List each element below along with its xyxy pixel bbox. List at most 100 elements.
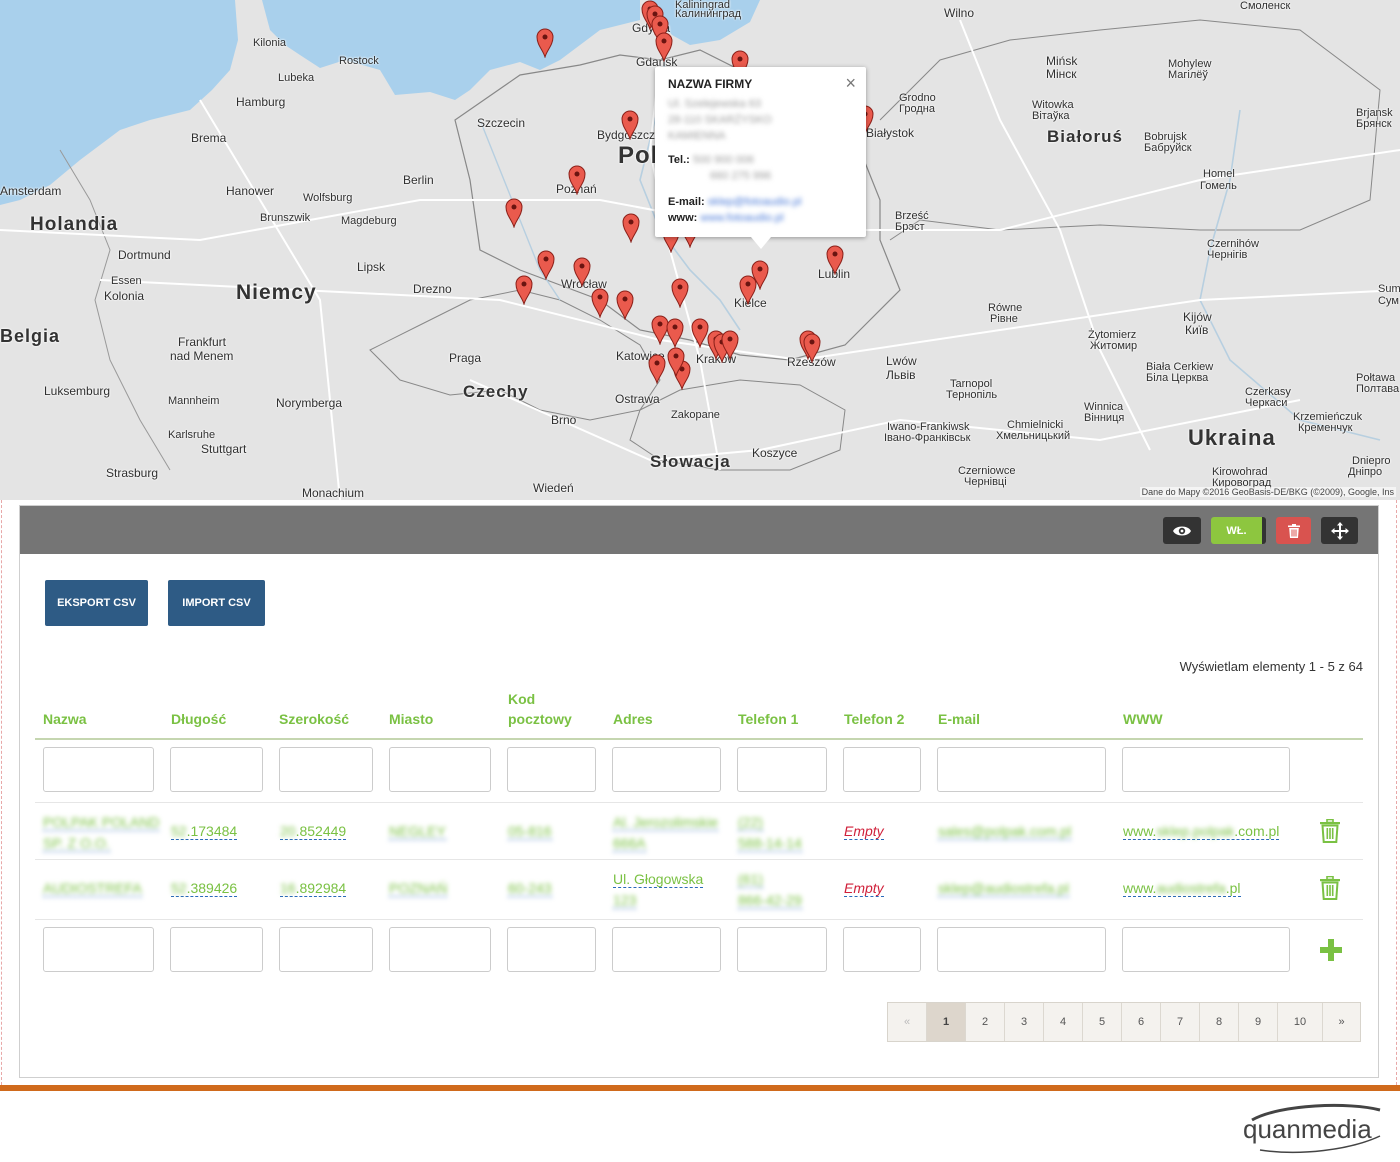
map-marker[interactable] <box>591 288 609 318</box>
cell-telefon2[interactable]: Empty <box>844 878 884 899</box>
map-marker[interactable] <box>648 354 666 384</box>
map-marker[interactable] <box>622 213 640 243</box>
pagination-next[interactable]: » <box>1323 1003 1360 1041</box>
delete-row-button[interactable] <box>1320 876 1340 900</box>
map-marker[interactable] <box>568 165 586 195</box>
map-marker[interactable] <box>667 347 685 377</box>
cell-miasto[interactable]: NEGLEY <box>389 821 446 842</box>
pagination-page[interactable]: 6 <box>1122 1003 1161 1041</box>
new-input-nazwa[interactable] <box>43 927 154 972</box>
new-input-telefon1[interactable] <box>737 927 827 972</box>
add-row-button[interactable] <box>1320 939 1342 961</box>
export-csv-button[interactable]: EKSPORT CSV <box>45 580 148 626</box>
cell-kod[interactable]: 60-243 <box>508 878 552 899</box>
new-input-kod[interactable] <box>507 927 596 972</box>
filter-input-email[interactable] <box>937 747 1106 792</box>
filter-input-kod[interactable] <box>507 747 596 792</box>
new-input-telefon2[interactable] <box>843 927 921 972</box>
border-west <box>59 149 171 471</box>
toggle-on-button[interactable]: WŁ. <box>1211 517 1266 544</box>
filter-input-miasto[interactable] <box>389 747 491 792</box>
new-input-miasto[interactable] <box>389 927 491 972</box>
cell-szerokosc[interactable]: 16.892984 <box>280 878 347 899</box>
cell-email[interactable]: sklep@audiostrefa.pl <box>938 878 1069 899</box>
map-label-city: Essen <box>111 275 142 287</box>
cell-email[interactable]: sales@polpak.com.pl <box>938 821 1072 842</box>
filter-input-www[interactable] <box>1122 747 1290 792</box>
filter-input-dlugosc[interactable] <box>170 747 263 792</box>
move-panel-button[interactable] <box>1321 517 1358 544</box>
cell-szerokosc[interactable]: 20.852449 <box>280 821 347 842</box>
map-marker[interactable] <box>751 260 769 290</box>
cell-value: 60-243 <box>508 880 552 897</box>
cell-telefon2[interactable]: Empty <box>844 821 884 842</box>
delete-panel-button[interactable] <box>1276 517 1311 544</box>
map-marker[interactable] <box>505 198 523 228</box>
cell-telefon1[interactable]: (22) 588-14-14 <box>738 812 802 854</box>
infowindow-www-link[interactable]: www.fotoaudio.pl <box>700 212 783 224</box>
map-label-city: Wilno <box>944 6 975 20</box>
cell-nazwa[interactable]: POLPAK POLAND SP. Z O.O. <box>43 812 160 854</box>
pagination-page[interactable]: 4 <box>1044 1003 1083 1041</box>
pagination-page[interactable]: 3 <box>1005 1003 1044 1041</box>
pagination-page[interactable]: 5 <box>1083 1003 1122 1041</box>
cell-telefon1[interactable]: (61) 866-42-29 <box>738 869 802 911</box>
infowindow-email-link[interactable]: sklep@fotoaudio.pl <box>708 196 802 208</box>
map-marker[interactable] <box>721 330 739 360</box>
filter-input-telefon2[interactable] <box>843 747 921 792</box>
map-label-city: Івано-Франківськ <box>884 432 971 444</box>
map-label-city: Monachium <box>302 486 365 500</box>
new-input-www[interactable] <box>1122 927 1290 972</box>
pagination-page[interactable]: 1 <box>927 1003 966 1041</box>
pagination-page[interactable]: 7 <box>1161 1003 1200 1041</box>
new-input-adres[interactable] <box>612 927 721 972</box>
cell-dlugosc[interactable]: 52.389426 <box>171 878 238 899</box>
pagination-page[interactable]: 9 <box>1239 1003 1278 1041</box>
panel-toolbar: WŁ. <box>20 506 1378 554</box>
cell-www[interactable]: www.sklep.polpak.com.pl <box>1123 821 1280 842</box>
cell-adres[interactable]: Al. Jerozolimskie 666A <box>613 812 719 854</box>
map-marker[interactable] <box>616 290 634 320</box>
new-input-email[interactable] <box>937 927 1106 972</box>
data-panel: WŁ. EKSPORT CSV IMPORT CSV Wyświetlam el… <box>19 505 1379 1078</box>
cell-www[interactable]: www.audiostrefa.pl <box>1123 878 1241 899</box>
import-csv-button[interactable]: IMPORT CSV <box>168 580 265 626</box>
infowindow-close-button[interactable]: × <box>845 73 856 94</box>
new-input-dlugosc[interactable] <box>170 927 263 972</box>
pagination-prev[interactable]: « <box>888 1003 927 1041</box>
filter-input-adres[interactable] <box>612 747 721 792</box>
cell-dlugosc[interactable]: 52.173484 <box>171 821 238 842</box>
filter-input-szerokosc[interactable] <box>279 747 373 792</box>
pagination-page[interactable]: 8 <box>1200 1003 1239 1041</box>
filter-input-nazwa[interactable] <box>43 747 154 792</box>
map-label-city: Mińsk <box>1046 54 1078 68</box>
pagination-page[interactable]: 2 <box>966 1003 1005 1041</box>
cell-kod[interactable]: 05-816 <box>508 821 552 842</box>
map-infowindow: × NAZWA FIRMY Ul. Szelejewska 63 28-110 … <box>655 67 866 249</box>
cell-value-hidden: sklep.polpak <box>1156 823 1235 839</box>
map-marker[interactable] <box>621 110 639 140</box>
map-marker[interactable] <box>573 257 591 287</box>
infowindow-title: NAZWA FIRMY <box>668 77 753 91</box>
cell-nazwa[interactable]: AUDIOSTREFA <box>43 878 142 899</box>
map[interactable]: Holandia Niemcy Czechy Słowacja Ukraina … <box>0 0 1400 500</box>
map-marker[interactable] <box>826 245 844 275</box>
map-label-city: Мінск <box>1046 67 1077 81</box>
filter-input-telefon1[interactable] <box>737 747 827 792</box>
map-marker[interactable] <box>666 318 684 348</box>
preview-button[interactable] <box>1163 517 1201 544</box>
delete-row-button[interactable] <box>1320 819 1340 843</box>
map-marker[interactable] <box>536 28 554 58</box>
map-label-city: Магілёў <box>1168 69 1208 81</box>
cell-adres[interactable]: Ul. Głogowska 123 <box>613 869 704 911</box>
map-marker[interactable] <box>803 333 821 363</box>
map-marker[interactable] <box>537 250 555 280</box>
map-label-city: Sumy <box>1378 283 1400 295</box>
pagination-page[interactable]: 10 <box>1278 1003 1323 1041</box>
map-marker[interactable] <box>655 32 673 62</box>
map-marker[interactable] <box>671 278 689 308</box>
map-marker[interactable] <box>515 275 533 305</box>
cell-miasto[interactable]: POZNAŃ <box>389 878 448 899</box>
new-input-szerokosc[interactable] <box>279 927 373 972</box>
map-label-city: Kolonia <box>104 289 145 303</box>
